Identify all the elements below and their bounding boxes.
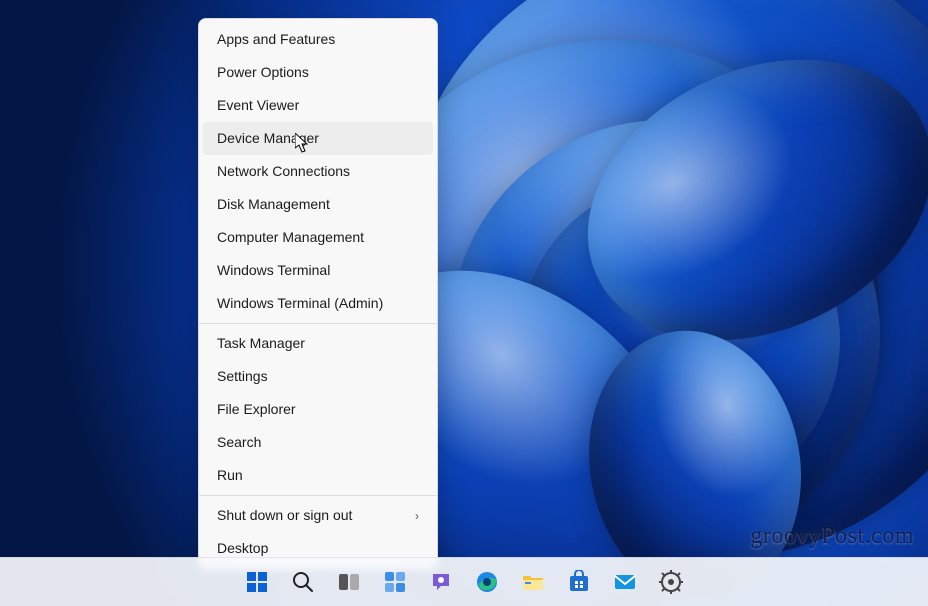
menu-item-label: Windows Terminal [217,254,330,287]
menu-settings[interactable]: Settings [203,360,433,393]
menu-item-label: File Explorer [217,393,296,426]
menu-run[interactable]: Run [203,459,433,492]
settings-button[interactable] [651,562,691,602]
menu-item-label: Task Manager [217,327,305,360]
chevron-right-icon: › [415,510,419,522]
store-button[interactable] [559,562,599,602]
menu-search[interactable]: Search [203,426,433,459]
menu-item-label: Power Options [217,56,309,89]
task-view-button[interactable] [329,562,369,602]
menu-shutdown[interactable]: Shut down or sign out › [203,499,433,532]
menu-event-viewer[interactable]: Event Viewer [203,89,433,122]
file-explorer-button[interactable] [513,562,553,602]
menu-disk-management[interactable]: Disk Management [203,188,433,221]
menu-item-label: Computer Management [217,221,364,254]
menu-power-options[interactable]: Power Options [203,56,433,89]
edge-button[interactable] [467,562,507,602]
menu-item-label: Network Connections [217,155,350,188]
menu-item-label: Apps and Features [217,23,335,56]
menu-item-label: Settings [217,360,268,393]
menu-item-label: Device Manager [217,122,319,155]
settings-icon [659,570,683,594]
watermark-text: groovyPost.com [750,523,914,550]
taskbar [0,557,928,606]
search-icon [291,570,315,594]
menu-separator [199,323,437,324]
mail-icon [613,570,637,594]
menu-task-manager[interactable]: Task Manager [203,327,433,360]
menu-windows-terminal[interactable]: Windows Terminal [203,254,433,287]
start-icon [245,570,269,594]
menu-file-explorer[interactable]: File Explorer [203,393,433,426]
search-button[interactable] [283,562,323,602]
menu-item-label: Windows Terminal (Admin) [217,287,383,320]
winx-context-menu[interactable]: Apps and FeaturesPower OptionsEvent View… [198,18,438,570]
menu-device-manager[interactable]: Device Manager [203,122,433,155]
menu-item-label: Run [217,459,243,492]
menu-network-connections[interactable]: Network Connections [203,155,433,188]
menu-windows-terminal-admin[interactable]: Windows Terminal (Admin) [203,287,433,320]
menu-item-label: Disk Management [217,188,330,221]
chat-button[interactable] [421,562,461,602]
desktop-wallpaper[interactable] [0,0,928,606]
edge-icon [475,570,499,594]
menu-item-label: Search [217,426,261,459]
start-button[interactable] [237,562,277,602]
menu-item-label: Event Viewer [217,89,299,122]
menu-computer-management[interactable]: Computer Management [203,221,433,254]
widgets-icon [383,570,407,594]
task-view-icon [337,570,361,594]
chat-icon [429,570,453,594]
menu-separator [199,495,437,496]
menu-item-label: Shut down or sign out [217,499,352,532]
mail-button[interactable] [605,562,645,602]
menu-apps-and-features[interactable]: Apps and Features [203,23,433,56]
file-explorer-icon [521,570,545,594]
store-icon [567,570,591,594]
widgets-button[interactable] [375,562,415,602]
